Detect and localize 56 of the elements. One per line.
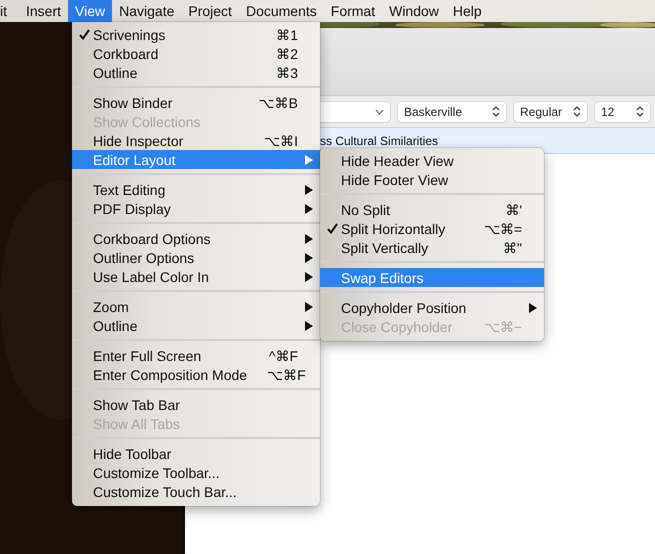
shortcut-label: ⌥⌘F: [266, 366, 306, 382]
menubar-item[interactable]: Window: [382, 0, 446, 22]
menu-item[interactable]: Split Horizontally ⌥⌘=: [320, 219, 544, 238]
menu-item[interactable]: Outline: [72, 316, 320, 335]
menu-item[interactable]: Show Tab Bar: [72, 395, 320, 414]
menu-item[interactable]: Customize Toolbar...: [72, 463, 320, 482]
shortcut-label: ⌥⌘B: [258, 94, 298, 110]
font-select[interactable]: Regular: [514, 102, 587, 122]
submenu-arrow-icon: [529, 302, 537, 312]
menu-item[interactable]: PDF Display: [72, 199, 320, 218]
shortcut-label: ⌥⌘−: [482, 318, 522, 334]
menu-item[interactable]: Swap Editors: [320, 268, 544, 287]
menu-item[interactable]: No Split ⌘': [320, 200, 544, 219]
menu-item[interactable]: Hide Footer View: [320, 170, 544, 189]
shortcut-label: ⌘1: [275, 26, 298, 42]
menubar-item[interactable]: Help: [446, 0, 489, 22]
menu-item[interactable]: Outliner Options: [72, 248, 320, 267]
document-title: ss Cultural Similarities: [320, 134, 438, 148]
menu-item[interactable]: Corkboard ⌘2: [72, 44, 320, 63]
shortcut-label: ⌘": [502, 240, 522, 256]
shortcut-label: ⌥⌘I: [263, 132, 298, 148]
shortcut-label: ⌘': [504, 202, 522, 218]
stepper-icon: [492, 106, 500, 117]
submenu-arrow-icon: [305, 154, 313, 164]
menubar-item[interactable]: Navigate: [112, 0, 182, 22]
menubar-item[interactable]: it: [0, 0, 14, 22]
menubar-item[interactable]: Documents: [238, 0, 324, 22]
menu-item[interactable]: Zoom: [72, 297, 320, 316]
menu-item[interactable]: Hide Header View: [320, 151, 544, 170]
menubar-item[interactable]: View: [68, 0, 112, 22]
menu-item[interactable]: Outline ⌘3: [72, 63, 320, 82]
menubar-item[interactable]: Format: [324, 0, 382, 22]
font-select[interactable]: Baskerville: [398, 102, 506, 122]
stepper-icon: [636, 106, 644, 117]
stepper-icon: [573, 106, 581, 117]
menu-item[interactable]: Editor Layout: [72, 150, 320, 169]
menu-item[interactable]: Enter Full Screen ^⌘F: [72, 346, 320, 365]
shortcut-label: ⌘3: [275, 64, 298, 80]
menu-item[interactable]: Show Binder ⌥⌘B: [72, 93, 320, 112]
menu-item[interactable]: Copyholder Position: [320, 298, 544, 317]
menu-item[interactable]: Hide Inspector ⌥⌘I: [72, 131, 320, 150]
menu-item[interactable]: Text Editing: [72, 180, 320, 199]
shortcut-label: ^⌘F: [268, 348, 298, 364]
menu-item[interactable]: Enter Composition Mode ⌥⌘F: [72, 365, 320, 384]
shortcut-label: ⌘2: [275, 46, 298, 62]
menubar-item[interactable]: Insert: [19, 0, 68, 22]
menu-item[interactable]: Corkboard Options: [72, 229, 320, 248]
shortcut-label: ⌥⌘=: [482, 220, 522, 236]
chevron-down-icon: [375, 108, 384, 114]
menu-item[interactable]: Hide Toolbar: [72, 444, 320, 463]
menu-item[interactable]: Use Label Color In: [72, 267, 320, 286]
menu-item[interactable]: Customize Touch Bar...: [72, 482, 320, 501]
font-select[interactable]: 12: [595, 102, 650, 122]
menu-item[interactable]: Split Vertically ⌘": [320, 238, 544, 257]
menu-item[interactable]: Scrivenings ⌘1: [72, 25, 320, 44]
menubar-item[interactable]: Project: [181, 0, 239, 22]
